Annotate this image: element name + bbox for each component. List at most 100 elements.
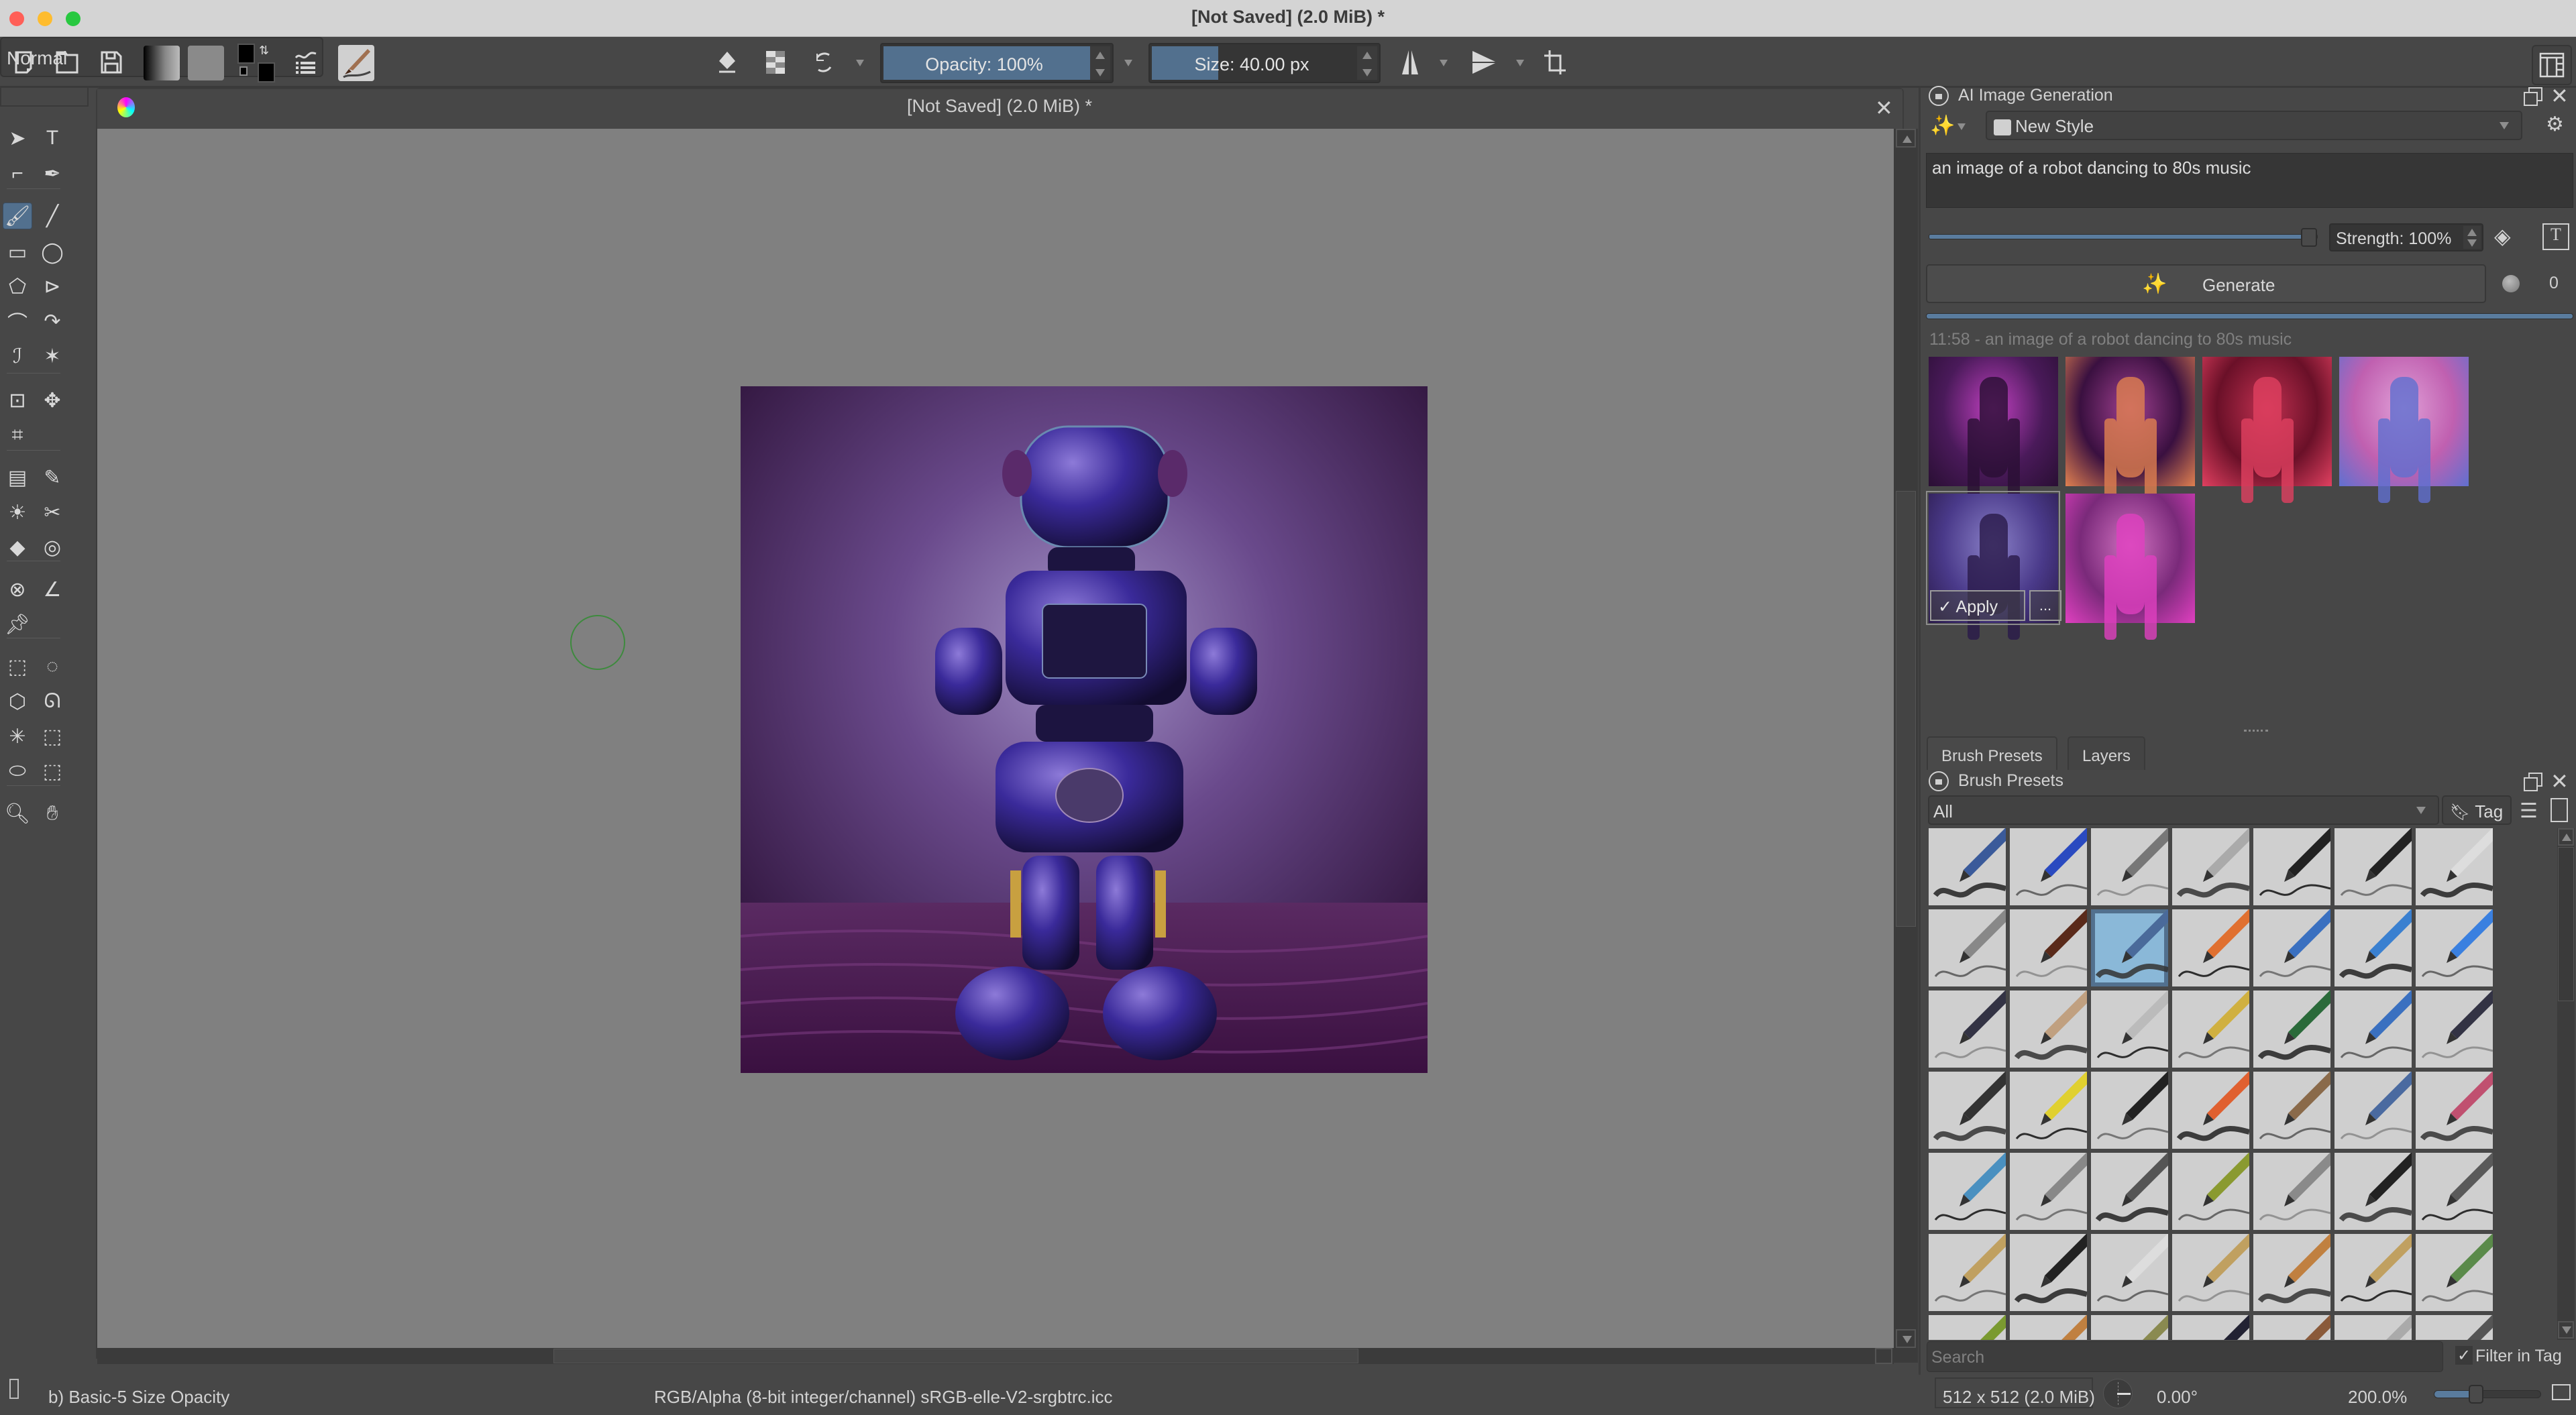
tool-freehand-brush[interactable]: 🖌︎ bbox=[3, 203, 32, 229]
brush-preset-item[interactable] bbox=[2253, 909, 2330, 986]
tool-move[interactable]: ✥ bbox=[38, 387, 67, 414]
brush-preset-item[interactable] bbox=[1929, 1072, 2006, 1149]
tool-fill[interactable]: ◆ bbox=[3, 534, 32, 561]
brush-preset-item[interactable] bbox=[2253, 990, 2330, 1068]
brush-preset-item[interactable] bbox=[2010, 909, 2087, 986]
brush-preset-item[interactable] bbox=[1929, 1234, 2006, 1311]
brush-preset-item[interactable] bbox=[2334, 909, 2412, 986]
brush-preset-item[interactable] bbox=[2416, 1153, 2493, 1230]
increment-icon[interactable] bbox=[1095, 52, 1105, 59]
canvas-image[interactable] bbox=[740, 386, 1428, 1073]
brush-preset-item[interactable] bbox=[2010, 1072, 2087, 1149]
brush-preset-item[interactable] bbox=[2416, 909, 2493, 986]
scroll-down-button[interactable] bbox=[2558, 1321, 2574, 1339]
eraser-mode-icon[interactable] bbox=[712, 48, 742, 77]
brush-preset-item[interactable] bbox=[2253, 1072, 2330, 1149]
brush-preset-item[interactable] bbox=[2010, 1315, 2087, 1340]
brush-preset-item[interactable] bbox=[2091, 828, 2168, 905]
brush-preset-item[interactable] bbox=[2172, 1153, 2249, 1230]
brush-preset-item[interactable] bbox=[1929, 909, 2006, 986]
tag-button[interactable]: 🔖︎ Tag bbox=[2442, 795, 2512, 825]
pattern-selector[interactable] bbox=[188, 46, 224, 80]
workspace-mode-icon[interactable]: ✨ bbox=[1930, 114, 1955, 137]
brush-preset-item[interactable] bbox=[2091, 990, 2168, 1068]
brush-preset-item[interactable] bbox=[2416, 828, 2493, 905]
brush-preset-item[interactable] bbox=[2253, 828, 2330, 905]
opacity-stepper[interactable] bbox=[1090, 46, 1110, 80]
tool-rect-select[interactable]: ⬚ bbox=[3, 653, 32, 680]
brush-preset-item[interactable] bbox=[2253, 1234, 2330, 1311]
tool-select-shapes[interactable]: ➤ bbox=[3, 125, 32, 152]
tool-enclose-fill[interactable]: ◎ bbox=[38, 534, 67, 561]
brush-preset-item[interactable] bbox=[1929, 990, 2006, 1068]
color-selector[interactable]: ⇅ bbox=[237, 44, 276, 82]
brush-preset-item[interactable] bbox=[2253, 1315, 2330, 1340]
strength-slider[interactable] bbox=[1929, 234, 2318, 239]
tool-zoom[interactable]: 🔍︎ bbox=[3, 800, 32, 827]
save-icon[interactable] bbox=[97, 48, 126, 77]
add-region-icon[interactable]: T bbox=[2542, 223, 2569, 250]
tool-contiguous-select[interactable]: ✳ bbox=[3, 723, 32, 750]
brush-preset-item[interactable] bbox=[2334, 1315, 2412, 1340]
tool-line[interactable]: ╱ bbox=[38, 203, 67, 229]
brush-preset-item[interactable] bbox=[2334, 1153, 2412, 1230]
strength-stepper[interactable] bbox=[2463, 226, 2481, 249]
float-docker-icon[interactable] bbox=[2524, 773, 2542, 791]
tab-brush-presets[interactable]: Brush Presets bbox=[1927, 736, 2057, 770]
canvas-vertical-scrollbar[interactable] bbox=[1894, 129, 1918, 1363]
workspace-mode-dropdown-icon[interactable] bbox=[1957, 123, 1966, 130]
brush-preset-item[interactable] bbox=[2334, 1072, 2412, 1149]
mirror-vertical-icon[interactable] bbox=[1469, 48, 1499, 77]
vertical-scroll-thumb[interactable] bbox=[1896, 491, 1916, 927]
wrap-around-icon[interactable] bbox=[1540, 48, 1570, 77]
view-mode-icon[interactable]: ☰ bbox=[2520, 799, 2538, 823]
brush-preset-item[interactable] bbox=[1929, 1153, 2006, 1230]
close-docker-icon[interactable]: ✕ bbox=[2551, 85, 2569, 107]
generated-thumbnail[interactable] bbox=[2339, 357, 2469, 486]
brush-preset-item[interactable] bbox=[2416, 1315, 2493, 1340]
canvas-horizontal-scrollbar[interactable] bbox=[97, 1348, 1894, 1364]
tool-bezier-select[interactable]: ⬭ bbox=[3, 758, 32, 785]
tool-polygon-select[interactable]: ⬡ bbox=[3, 688, 32, 715]
tool-crop[interactable]: ⌗ bbox=[3, 422, 32, 449]
more-options-button[interactable]: ... bbox=[2029, 590, 2061, 621]
size-stepper[interactable] bbox=[1357, 46, 1377, 80]
brush-search-input[interactable]: Search bbox=[1927, 1341, 2443, 1372]
brush-preset-item[interactable] bbox=[2172, 1072, 2249, 1149]
mirror-v-dropdown-icon[interactable] bbox=[1516, 60, 1524, 66]
tool-freehand-select[interactable]: ᘏ bbox=[38, 688, 67, 715]
tool-smart-patch[interactable]: ✂ bbox=[38, 499, 67, 526]
storage-icon[interactable] bbox=[2551, 798, 2568, 822]
tool-edit-shapes[interactable]: ⌐ bbox=[3, 160, 32, 187]
brush-preset-item[interactable] bbox=[2091, 1315, 2168, 1340]
brush-preset-item[interactable] bbox=[1929, 828, 2006, 905]
tool-gradient[interactable]: ▤ bbox=[3, 464, 32, 491]
tool-assistant[interactable]: ⊗ bbox=[3, 576, 32, 603]
generated-thumbnail[interactable] bbox=[1929, 357, 2058, 486]
brush-preset-item[interactable] bbox=[2091, 1153, 2168, 1230]
tool-transform[interactable]: ⊡ bbox=[3, 387, 32, 414]
tool-similar-select[interactable]: ⬚ bbox=[38, 723, 67, 750]
tool-pan[interactable]: ✋︎ bbox=[38, 800, 67, 827]
brush-preset-item[interactable] bbox=[2172, 1234, 2249, 1311]
brush-preset-item[interactable] bbox=[2416, 1072, 2493, 1149]
tool-dynamic-brush[interactable]: ℐ bbox=[3, 343, 32, 370]
brush-preset-item[interactable] bbox=[2091, 1234, 2168, 1311]
scroll-up-button[interactable] bbox=[1896, 129, 1916, 148]
opacity-dropdown-icon[interactable] bbox=[1124, 60, 1132, 66]
tool-measure[interactable]: ∠ bbox=[38, 576, 67, 603]
queue-status-indicator[interactable] bbox=[2502, 275, 2520, 292]
pixel-grid-toggle-icon[interactable] bbox=[2552, 1384, 2571, 1400]
generated-thumbnail[interactable] bbox=[2202, 357, 2332, 486]
brush-preset-item[interactable] bbox=[2091, 909, 2168, 986]
brush-settings-icon[interactable] bbox=[291, 48, 321, 77]
style-dropdown[interactable]: New Style bbox=[1986, 111, 2522, 140]
gradient-selector[interactable] bbox=[144, 46, 180, 80]
zoom-slider-handle[interactable] bbox=[2469, 1385, 2483, 1404]
brush-preset-item[interactable] bbox=[2010, 1234, 2087, 1311]
strength-slider-handle[interactable] bbox=[2301, 228, 2317, 247]
opacity-slider[interactable]: Opacity: 100% bbox=[880, 43, 1114, 83]
preserve-alpha-icon[interactable] bbox=[761, 48, 790, 77]
background-color-swatch[interactable] bbox=[258, 62, 275, 82]
brush-preset-item[interactable] bbox=[2416, 990, 2493, 1068]
